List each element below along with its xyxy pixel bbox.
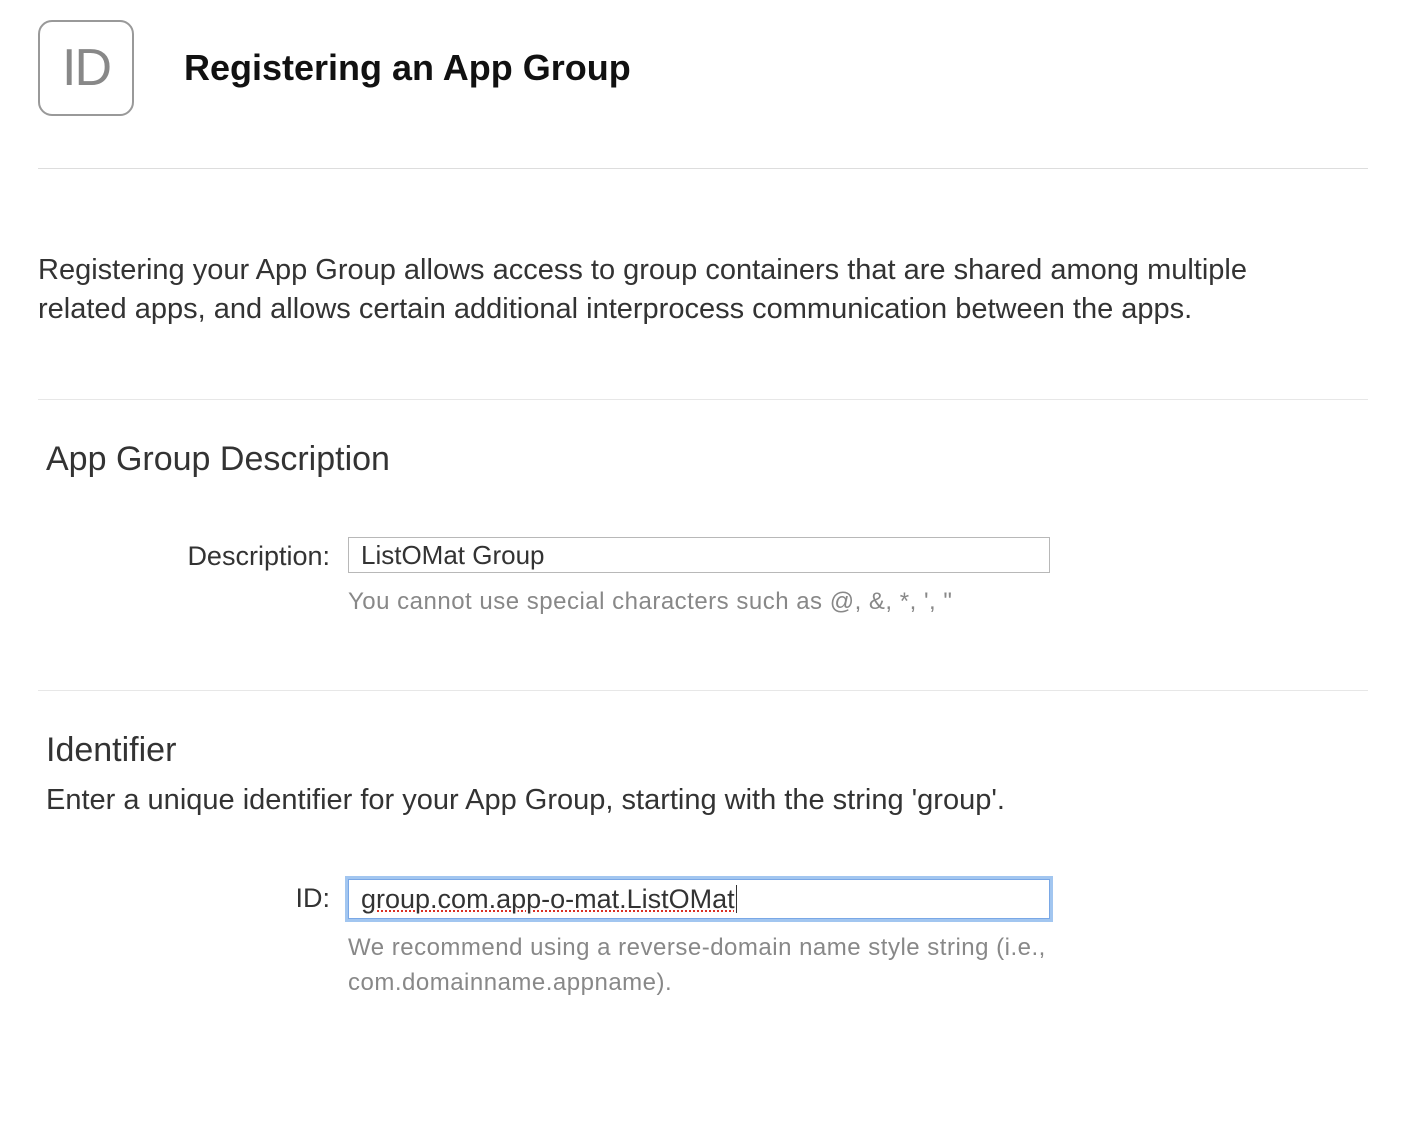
text-cursor (736, 885, 737, 913)
description-label: Description: (38, 537, 348, 572)
description-row: Description: You cannot use special char… (38, 537, 1368, 620)
identifier-row: ID: group.com.app-o-mat.ListOMat We reco… (38, 879, 1368, 1001)
identifier-hint: We recommend using a reverse-domain name… (348, 931, 1050, 1001)
description-heading: App Group Description (38, 440, 1368, 479)
description-input[interactable] (348, 537, 1050, 573)
intro-text: Registering your App Group allows access… (38, 251, 1368, 329)
id-icon: ID (38, 20, 134, 116)
identifier-input[interactable]: group.com.app-o-mat.ListOMat (348, 879, 1050, 919)
page-header: ID Registering an App Group (38, 20, 1368, 116)
description-field-wrap: You cannot use special characters such a… (348, 537, 1050, 620)
identifier-label: ID: (38, 879, 348, 914)
section-divider-1 (38, 399, 1368, 400)
identifier-subtext: Enter a unique identifier for your App G… (38, 784, 1368, 817)
section-divider-2 (38, 690, 1368, 691)
identifier-heading: Identifier (38, 731, 1368, 770)
page-title: Registering an App Group (184, 47, 631, 89)
description-hint: You cannot use special characters such a… (348, 585, 1050, 620)
identifier-field-wrap: group.com.app-o-mat.ListOMat We recommen… (348, 879, 1050, 1001)
header-divider (38, 168, 1368, 169)
identifier-input-text: group.com.app-o-mat.ListOMat (361, 884, 735, 915)
